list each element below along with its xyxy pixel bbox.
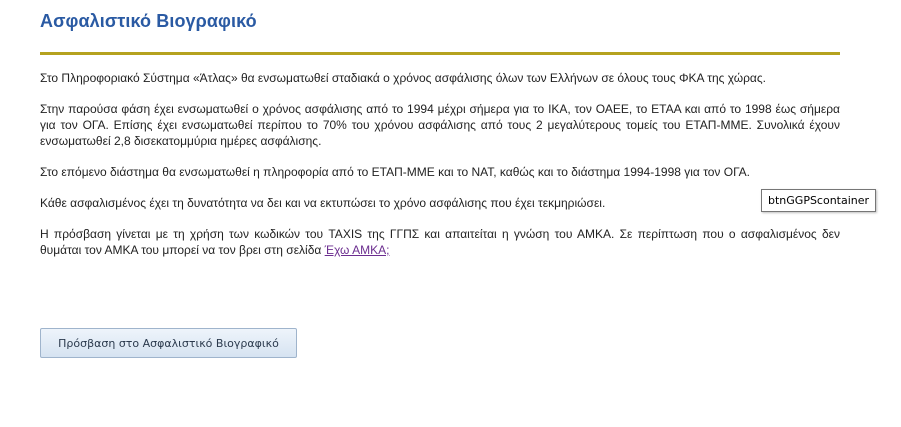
intro-paragraph: Στο Πληροφοριακό Σύστημα «Άτλας» θα ενσω…	[40, 71, 766, 85]
page-title: Ασφαλιστικό Βιογραφικό	[40, 11, 257, 31]
access-info-text: Η πρόσβαση γίνεται με τη χρήση των κωδικ…	[40, 227, 840, 257]
title-divider	[40, 52, 840, 55]
current-status-paragraph: Στην παρούσα φάση έχει ενσωματωθεί ο χρό…	[40, 102, 840, 148]
amka-link[interactable]: Έχω ΑΜΚΑ;	[325, 243, 390, 257]
access-info-paragraph: Η πρόσβαση γίνεται με τη χρήση των κωδικ…	[40, 226, 840, 258]
next-steps-paragraph: Στο επόμενο διάστημα θα ενσωματωθεί η πλ…	[40, 165, 750, 179]
access-insurance-record-button[interactable]: Πρόσβαση στο Ασφαλιστικό Βιογραφικό	[40, 328, 297, 358]
print-info-paragraph: Κάθε ασφαλισμένος έχει τη δυνατότητα να …	[40, 196, 606, 210]
element-tooltip: btnGGPScontainer	[761, 189, 877, 212]
info-content: Στο Πληροφοριακό Σύστημα «Άτλας» θα ενσω…	[40, 70, 840, 273]
